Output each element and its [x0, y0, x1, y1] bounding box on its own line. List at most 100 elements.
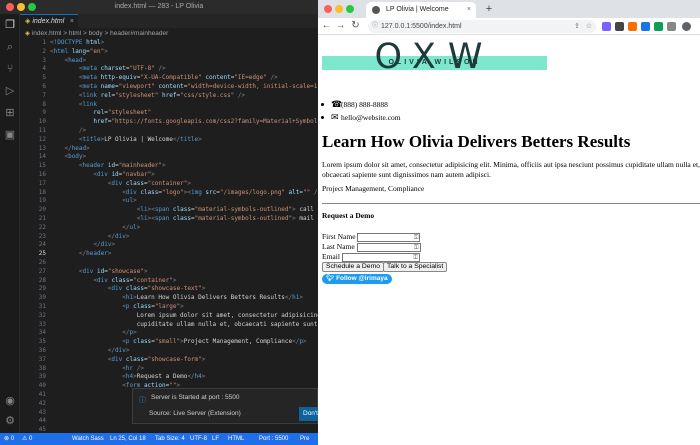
autofill-key-icon[interactable]: ⚿: [414, 244, 419, 252]
status-prettier[interactable]: Pre: [300, 433, 309, 445]
maximize-window-button[interactable]: [28, 3, 36, 11]
reload-icon[interactable]: ↻: [349, 19, 362, 33]
extension-icon[interactable]: [615, 22, 624, 31]
code-line[interactable]: </ul>: [50, 224, 140, 233]
status-watch-sass[interactable]: Watch Sass: [72, 433, 104, 445]
code-line[interactable]: </div>: [50, 233, 130, 242]
code-token: >: [111, 241, 116, 249]
address-bar[interactable]: ⓘ 127.0.0.1:5500/index.html ⇪ ☆: [368, 20, 596, 33]
code-line[interactable]: </div>: [50, 347, 130, 356]
code-line[interactable]: <li><span class="material-symbols-outlin…: [50, 206, 318, 215]
remote-explorer-icon[interactable]: ▣: [3, 128, 17, 142]
email-text: hello@website.com: [341, 113, 401, 122]
extension-icon[interactable]: [654, 22, 663, 31]
maximize-window-button[interactable]: [346, 5, 354, 13]
code-line[interactable]: <li><span class="material-symbols-outlin…: [50, 215, 318, 224]
email-input[interactable]: ⚿: [341, 252, 420, 262]
run-debug-icon[interactable]: ▷: [3, 84, 17, 98]
code-line[interactable]: <!DOCTYPE html>: [50, 39, 104, 48]
browser-tab[interactable]: LP Olivia | Welcome ×: [366, 2, 476, 18]
explorer-icon[interactable]: ❐: [3, 18, 17, 32]
status-language[interactable]: HTML: [228, 433, 244, 445]
bookmark-star-icon[interactable]: ☆: [586, 20, 592, 33]
extension-icon[interactable]: [641, 22, 650, 31]
code-line[interactable]: <link: [50, 101, 97, 110]
twitter-follow-button[interactable]: 🐦︎ Follow @irimaya: [322, 274, 392, 284]
site-info-icon[interactable]: ⓘ: [372, 20, 378, 33]
code-line[interactable]: <div id="navbar">: [50, 171, 154, 180]
status-cursor-position[interactable]: Ln 25, Col 18: [110, 433, 146, 445]
schedule-demo-button[interactable]: Schedule a Demo: [322, 262, 385, 272]
code-line[interactable]: <ul>: [50, 197, 136, 206]
code-line[interactable]: <p class="large">: [50, 303, 183, 312]
code-line[interactable]: />: [50, 127, 86, 136]
new-tab-button[interactable]: +: [482, 2, 496, 16]
forward-icon[interactable]: →: [334, 19, 347, 33]
extensions-icon[interactable]: ⊞: [3, 106, 17, 120]
extension-icon[interactable]: [628, 22, 637, 31]
code-token: "showcase-text": [147, 285, 202, 293]
code-line[interactable]: <p class="small">Project Management, Com…: [50, 338, 306, 347]
breadcrumb-body[interactable]: body: [89, 30, 103, 37]
code-line[interactable]: <body>: [50, 153, 86, 162]
code-line[interactable]: <h4>Request a Demo</h4>: [50, 373, 205, 382]
code-line[interactable]: <title>LP Olivia | Welcome</title>: [50, 136, 202, 145]
code-line[interactable]: <hr />: [50, 365, 144, 374]
code-line[interactable]: href="https://fonts.googleapis.com/css2?…: [50, 118, 318, 127]
profile-avatar[interactable]: [682, 22, 691, 31]
breadcrumb-header[interactable]: header#mainheader: [110, 30, 168, 37]
extension-icon[interactable]: [602, 22, 611, 31]
code-line[interactable]: cupiditate ullam nulla et, obcaecati sap…: [50, 321, 318, 330]
code-line[interactable]: <html lang="en">: [50, 48, 108, 57]
talk-to-specialist-button[interactable]: Talk to a Specialist: [383, 262, 448, 272]
search-icon[interactable]: ⌕: [3, 40, 17, 54]
account-icon[interactable]: ◉: [3, 394, 17, 408]
code-line[interactable]: <div class="showcase-form">: [50, 356, 206, 365]
share-icon[interactable]: ⇪: [574, 20, 580, 33]
status-encoding[interactable]: UTF-8: [190, 433, 207, 445]
tab-close-icon[interactable]: ×: [70, 15, 74, 28]
code-line[interactable]: </div>: [50, 241, 115, 250]
status-eol[interactable]: LF: [212, 433, 219, 445]
last-name-input[interactable]: ⚿: [356, 242, 421, 252]
status-tab-size[interactable]: Tab Size: 4: [155, 433, 185, 445]
code-line[interactable]: <meta charset="UTF-8" />: [50, 65, 166, 74]
tab-close-icon[interactable]: ×: [467, 2, 471, 18]
dont-show-button[interactable]: Don't: [299, 407, 318, 421]
code-line[interactable]: <div class="showcase-text">: [50, 285, 206, 294]
minimize-window-button[interactable]: [335, 5, 343, 13]
code-line[interactable]: </head>: [50, 145, 89, 154]
source-control-icon[interactable]: ⑂: [3, 62, 17, 76]
code-line[interactable]: <head>: [50, 57, 86, 66]
breadcrumb-html[interactable]: html: [69, 30, 81, 37]
code-line[interactable]: <div class="logo"><img src="/images/logo…: [50, 189, 318, 198]
code-line[interactable]: <div id="showcase">: [50, 268, 148, 277]
status-live-port[interactable]: Port : 5500: [259, 433, 288, 445]
close-window-button[interactable]: [6, 3, 14, 11]
code-line[interactable]: </header>: [50, 250, 112, 259]
code-line[interactable]: <link rel="stylesheet" href="css/style.c…: [50, 92, 245, 101]
autofill-key-icon[interactable]: ⚿: [414, 234, 419, 242]
back-icon[interactable]: ←: [320, 19, 333, 33]
code-line[interactable]: <header id="mainheader">: [50, 162, 166, 171]
code-line[interactable]: <meta name="viewport" content="width=dev…: [50, 83, 318, 92]
code-line[interactable]: Lorem ipsum dolor sit amet, consectetur …: [50, 312, 318, 321]
code-line[interactable]: </p>: [50, 329, 136, 338]
tab-index-html[interactable]: ◈ index.html ×: [20, 14, 78, 28]
manage-gear-icon[interactable]: ⚙: [3, 414, 17, 428]
extensions-puzzle-icon[interactable]: [667, 22, 676, 31]
autofill-key-icon[interactable]: ⚿: [413, 254, 418, 262]
status-errors[interactable]: ⊗ 0: [4, 433, 14, 445]
first-name-input[interactable]: ⚿: [357, 232, 421, 242]
code-line[interactable]: <div class="container">: [50, 277, 176, 286]
code-line[interactable]: <meta http-equiv="X-UA-Compatible" conte…: [50, 74, 278, 83]
breadcrumb-file[interactable]: index.html: [32, 30, 62, 37]
code-line[interactable]: rel="stylesheet": [50, 109, 151, 118]
code-line[interactable]: <div class="container">: [50, 180, 191, 189]
code-editor[interactable]: 1 <!DOCTYPE html> 2 <html lang="en"> 3 <head…: [20, 39, 318, 433]
minimize-window-button[interactable]: [17, 3, 25, 11]
code-line[interactable]: <h1>Learn How Olivia Delivers Betters Re…: [50, 294, 303, 303]
code-token: title: [82, 135, 101, 143]
close-window-button[interactable]: [324, 5, 332, 13]
status-warnings[interactable]: ⚠ 0: [22, 433, 32, 445]
